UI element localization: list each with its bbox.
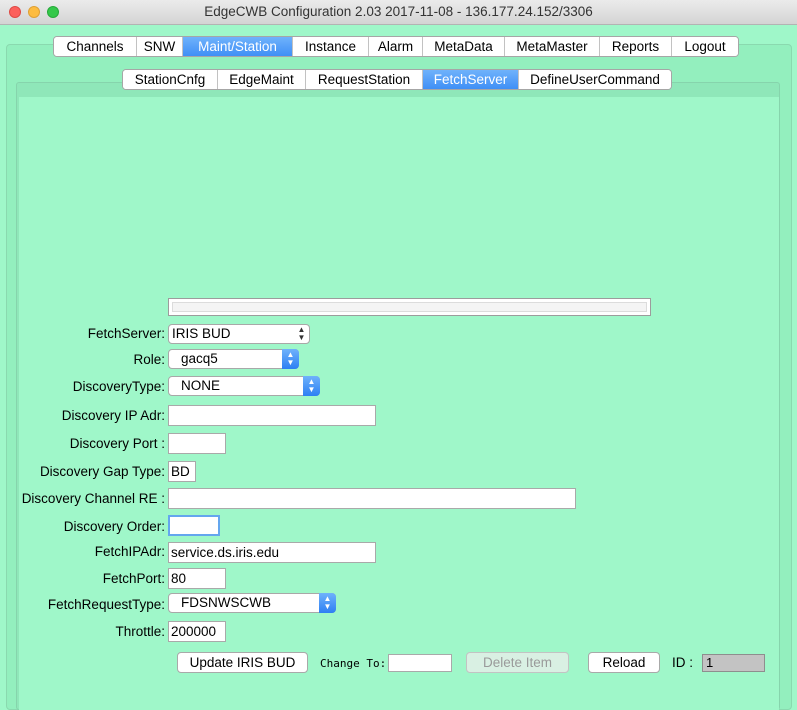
discovery-port-input[interactable] [168, 433, 226, 454]
role-value: gacq5 [181, 351, 218, 366]
fetch-ip-input[interactable]: service.ds.iris.edu [168, 542, 376, 563]
tab-snw[interactable]: SNW [137, 37, 183, 56]
sub-tab-bar: StationCnfg EdgeMaint RequestStation Fet… [122, 69, 672, 90]
throttle-label: Throttle: [115, 624, 165, 639]
fetch-port-label: FetchPort: [102, 571, 165, 586]
updown-chevron-icon: ▲ ▼ [282, 349, 299, 369]
id-label: ID : [672, 655, 694, 670]
title-bar: EdgeCWB Configuration 2.03 2017-11-08 - … [0, 0, 797, 25]
tab-edgemaint[interactable]: EdgeMaint [218, 70, 306, 89]
id-field: 1 [702, 654, 765, 672]
discoverytype-label: DiscoveryType: [72, 379, 165, 394]
main-tab-bar: Channels SNW Maint/Station Instance Alar… [53, 36, 739, 57]
fetch-request-type-select[interactable]: FDSNWSCWB ▲ ▼ [168, 593, 336, 613]
fetchserver-value: IRIS BUD [172, 326, 231, 341]
tab-defineusercommand[interactable]: DefineUserCommand [519, 70, 671, 89]
updown-chevron-icon: ▲ ▼ [303, 376, 320, 396]
discoverytype-value: NONE [181, 378, 221, 393]
updown-chevron-icon: ▲ ▼ [297, 325, 306, 342]
fetch-request-type-label: FetchRequestType: [47, 597, 165, 612]
fetchserver-panel [19, 97, 779, 710]
update-button[interactable]: Update IRIS BUD [177, 652, 308, 673]
throttle-input[interactable]: 200000 [168, 621, 226, 642]
discoverytype-select[interactable]: NONE ▲ ▼ [168, 376, 320, 396]
delete-item-button[interactable]: Delete Item [466, 652, 569, 673]
updown-chevron-icon: ▲ ▼ [319, 593, 336, 613]
tab-requeststation[interactable]: RequestStation [306, 70, 423, 89]
discovery-gap-type-label: Discovery Gap Type: [39, 464, 165, 479]
tab-instance[interactable]: Instance [293, 37, 369, 56]
tab-stationcnfg[interactable]: StationCnfg [123, 70, 218, 89]
tab-metadata[interactable]: MetaData [423, 37, 505, 56]
discovery-port-label: Discovery Port : [69, 436, 165, 451]
role-select[interactable]: gacq5 ▲ ▼ [168, 349, 299, 369]
fetchserver-label: FetchServer: [87, 326, 165, 341]
window-title: EdgeCWB Configuration 2.03 2017-11-08 - … [204, 4, 593, 19]
tab-fetchserver[interactable]: FetchServer [423, 70, 519, 89]
discovery-ip-label: Discovery IP Adr: [61, 408, 165, 423]
tab-channels[interactable]: Channels [54, 37, 137, 56]
change-to-input[interactable] [388, 654, 452, 672]
fetch-request-type-value: FDSNWSCWB [181, 595, 271, 610]
change-to-label: Change To: [320, 657, 387, 670]
tab-reports[interactable]: Reports [600, 37, 672, 56]
tab-alarm[interactable]: Alarm [369, 37, 423, 56]
tab-logout[interactable]: Logout [672, 37, 738, 56]
role-label: Role: [133, 352, 165, 367]
fetchserver-select[interactable]: IRIS BUD ▲ ▼ [168, 324, 310, 344]
discovery-order-input[interactable] [168, 515, 220, 536]
fetch-ip-label: FetchIPAdr: [94, 544, 165, 559]
tab-maint-station[interactable]: Maint/Station [183, 37, 293, 56]
reload-button[interactable]: Reload [588, 652, 660, 673]
discovery-order-label: Discovery Order: [63, 519, 165, 534]
discovery-ip-input[interactable] [168, 405, 376, 426]
discovery-channel-re-input[interactable] [168, 488, 576, 509]
status-progress-box [168, 298, 651, 316]
tab-metamaster[interactable]: MetaMaster [505, 37, 600, 56]
discovery-gap-type-input[interactable]: BD [168, 461, 196, 482]
fetch-port-input[interactable]: 80 [168, 568, 226, 589]
discovery-channel-re-label: Discovery Channel RE : [21, 491, 165, 506]
